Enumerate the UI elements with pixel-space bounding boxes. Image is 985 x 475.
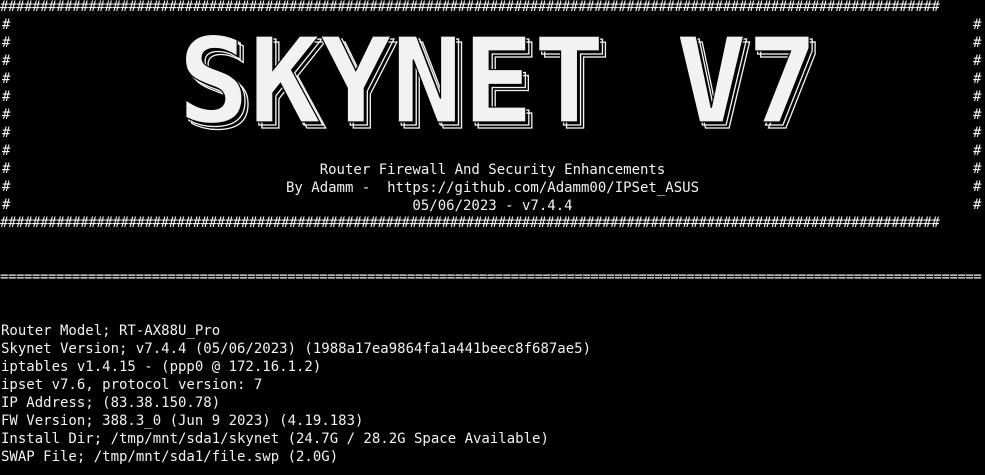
info-skynet-version: Skynet Version; v7.4.4 (05/06/2023) (198… (1, 341, 592, 357)
logo-face: SKYNET V7 (178, 28, 818, 136)
separator-line: ========================================… (0, 269, 982, 285)
banner-author: By Adamm - https://github.com/Adamm00/IP… (285, 180, 699, 196)
banner-date: 05/06/2023 - v7.4.4 (412, 198, 573, 214)
border-bottom: ########################################… (0, 215, 940, 231)
skynet-logo: SKYNET V7 SKYNET V7 SKYNET V7 (177, 28, 824, 136)
terminal-window[interactable]: ########################################… (0, 0, 985, 475)
info-iptables: iptables v1.4.15 - (ppp0 @ 172.16.1.2) (1, 359, 322, 375)
banner-subtitle: Router Firewall And Security Enhancement… (319, 162, 666, 178)
info-ipset: ipset v7.6, protocol version: 7 (1, 377, 263, 393)
info-swap-file: SWAP File; /tmp/mnt/sda1/file.swp (2.0G) (1, 449, 339, 465)
info-install-dir: Install Dir; /tmp/mnt/sda1/skynet (24.7G… (1, 431, 549, 447)
border-top: ########################################… (0, 0, 940, 15)
info-router-model: Router Model; RT-AX88U_Pro (1, 323, 221, 339)
info-fw-version: FW Version; 388.3_0 (Jun 9 2023) (4.19.1… (1, 413, 364, 429)
info-ip-address: IP Address; (83.38.150.78) (1, 395, 221, 411)
